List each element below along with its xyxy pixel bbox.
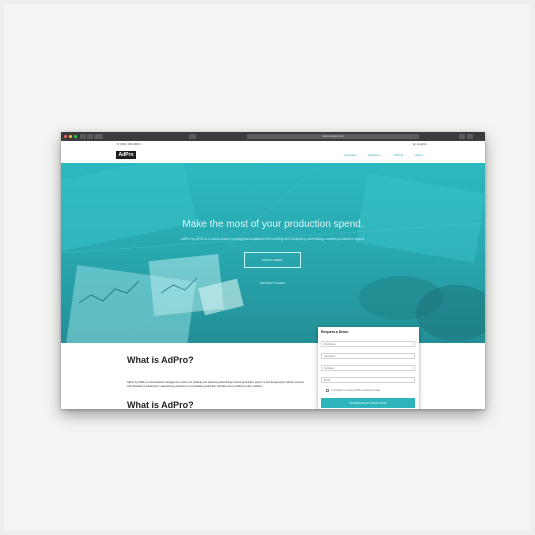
close-window-icon[interactable]	[64, 135, 67, 138]
email-field[interactable]	[321, 377, 415, 383]
refresh-icon[interactable]	[410, 134, 413, 139]
hero-section: Make the most of your production spend. …	[61, 163, 485, 343]
shield-icon[interactable]	[189, 134, 196, 139]
mockup-card: adprocomplex.com ☏ (000) 000-0000 ◍ Engl…	[4, 4, 531, 531]
section-heading-secondary: What is AdPro?	[127, 400, 194, 409]
schedule-demo-button[interactable]: SCHEDULE MY DEMO NOW	[321, 398, 415, 408]
phone-number[interactable]: (000) 000-0000	[120, 142, 141, 146]
watch-demo-button[interactable]: WATCH DEMO	[244, 252, 301, 268]
nav-pricing[interactable]: Pricing	[394, 153, 403, 157]
section-heading: What is AdPro?	[127, 355, 194, 365]
nav-overview[interactable]: Overview	[344, 153, 357, 157]
marketing-checkbox[interactable]	[326, 389, 329, 392]
browser-chrome: adprocomplex.com	[61, 132, 485, 141]
browser-window: adprocomplex.com ☏ (000) 000-0000 ◍ Engl…	[61, 132, 485, 409]
address-bar[interactable]: adprocomplex.com	[247, 134, 419, 139]
tabs-button[interactable]	[467, 134, 473, 139]
nav-solutions[interactable]: Solutions	[368, 153, 380, 157]
adpro-logo[interactable]: AdPro	[116, 151, 136, 159]
intro-paragraph: AdPro by ARM is a cloud-based management…	[127, 381, 304, 388]
sidebar-toggle-button[interactable]	[94, 134, 103, 139]
hero-subtitle: AdPro by ARM is a cloud-based management…	[180, 237, 366, 241]
company-field[interactable]	[321, 365, 415, 371]
nav-about[interactable]: About	[415, 153, 423, 157]
main-navigation: AdPro Overview Solutions Pricing About	[61, 147, 485, 163]
minimize-window-icon[interactable]	[69, 135, 72, 138]
hero-title: Make the most of your production spend.	[182, 219, 364, 230]
contact-sales-link[interactable]: CONTACT SALES ›	[61, 281, 485, 285]
globe-icon: ◍	[413, 142, 416, 146]
first-name-field[interactable]	[321, 341, 415, 347]
content-section: What is AdPro? AdPro by ARM is a cloud-b…	[61, 343, 485, 409]
last-name-field[interactable]	[321, 353, 415, 359]
language-selector[interactable]: English	[417, 142, 427, 146]
share-button[interactable]	[459, 134, 465, 139]
back-button[interactable]	[80, 134, 86, 139]
form-title: Request a Demo	[321, 330, 349, 334]
maximize-window-icon[interactable]	[74, 135, 77, 138]
forward-button[interactable]	[87, 134, 93, 139]
request-demo-form: Request a Demo I would like to receive A…	[318, 327, 419, 409]
marketing-checkbox-label: I would like to receive ARM's marketing …	[331, 389, 381, 392]
